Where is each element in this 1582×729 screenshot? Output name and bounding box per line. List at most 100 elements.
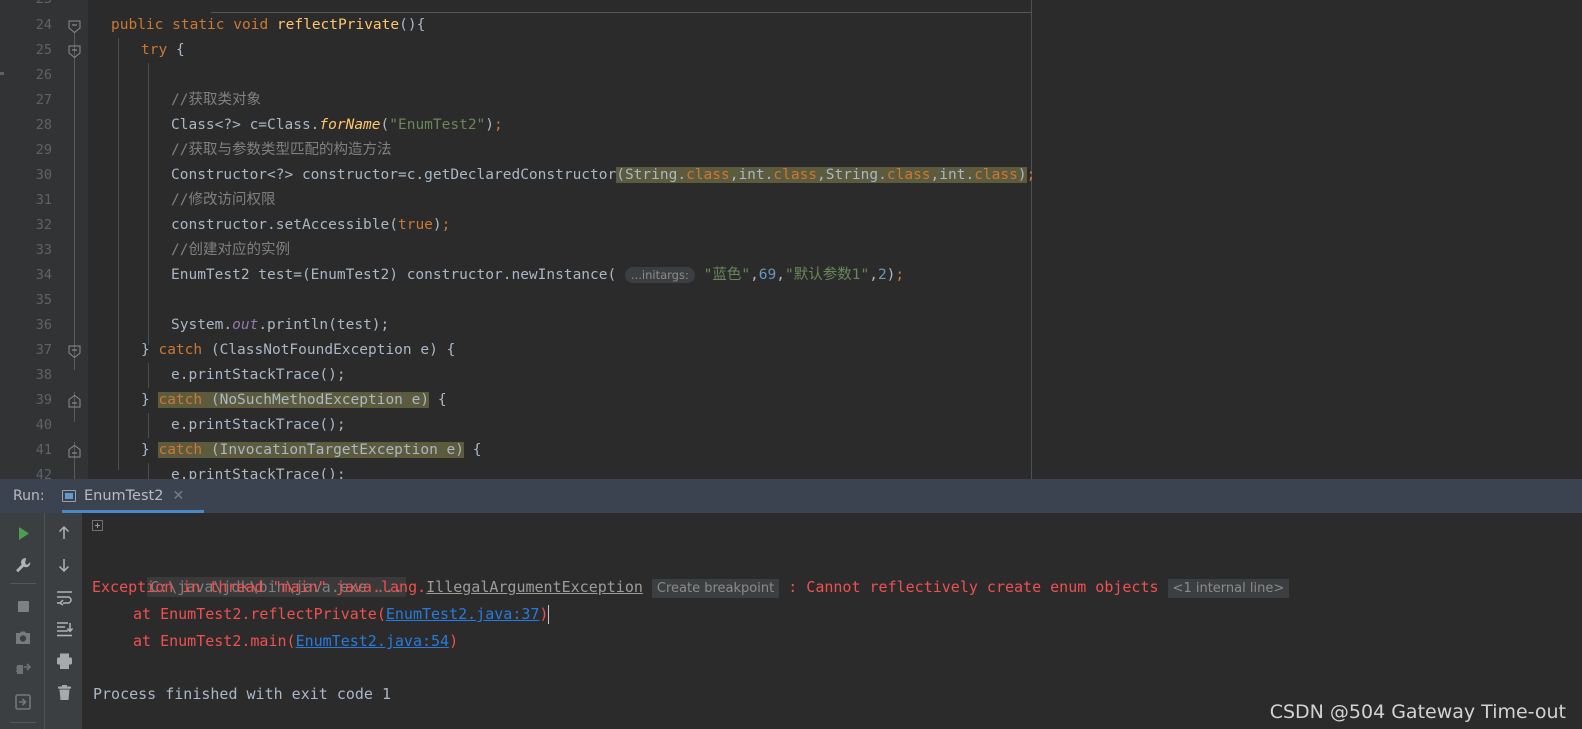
trash-icon bbox=[57, 685, 71, 700]
line-number: 26 bbox=[35, 67, 52, 83]
method-name-reflectPrivate: reflectPrivate bbox=[276, 17, 400, 33]
toolbar-divider bbox=[10, 583, 36, 584]
clear-all-button[interactable] bbox=[49, 680, 79, 706]
run-tool-window[interactable]: Run: EnumTest2 ✕ C:\java\jdk\bin\java.ex… bbox=[0, 479, 1582, 729]
keyword-try: try bbox=[141, 42, 168, 58]
code-line-30: Constructor<?> constructor=c.getDeclared… bbox=[171, 167, 1036, 183]
indent-guide bbox=[148, 63, 149, 345]
keyword-class: class bbox=[686, 167, 730, 183]
keyword-catch: catch bbox=[158, 342, 203, 358]
println-call: .println(test); bbox=[258, 317, 390, 333]
code-line-38: e.printStackTrace(); bbox=[171, 363, 346, 388]
line-number: 33 bbox=[35, 242, 52, 258]
type-int: int. bbox=[738, 167, 774, 183]
scroll-end-icon bbox=[56, 621, 73, 636]
line-number: 38 bbox=[35, 367, 52, 383]
close-icon[interactable]: ✕ bbox=[172, 488, 184, 504]
line-number: 40 bbox=[35, 417, 52, 433]
run-toolbar-right[interactable] bbox=[44, 513, 82, 729]
wrench-icon bbox=[16, 558, 31, 573]
console-stacktrace-line-1: at EnumTest2.reflectPrivate(EnumTest2.ja… bbox=[133, 601, 548, 627]
stacktrace-text: ) bbox=[449, 632, 459, 650]
code-line-31: //修改访问权限 bbox=[171, 188, 275, 213]
screenshot-button[interactable] bbox=[8, 625, 38, 651]
keyword-class: class bbox=[773, 167, 818, 183]
brace: { bbox=[175, 42, 185, 58]
run-toolbar-left[interactable] bbox=[0, 513, 44, 729]
usage-highlight: catch (InvocationTargetException e) bbox=[158, 442, 465, 458]
internal-line-fold[interactable]: <1 internal line> bbox=[1167, 579, 1290, 598]
code-line-36: System.out.println(test); bbox=[171, 313, 389, 338]
stacktrace-file-link[interactable]: EnumTest2.java bbox=[386, 605, 512, 623]
exception-class-link[interactable]: IllegalArgumentException bbox=[426, 578, 643, 596]
number-2: 2 bbox=[877, 267, 887, 283]
stop-square-icon bbox=[17, 600, 29, 612]
keyword-class: class bbox=[886, 167, 931, 183]
printer-icon bbox=[56, 653, 72, 669]
fold-marker-collapse[interactable] bbox=[68, 20, 81, 33]
code-line-28: Class<?> c=Class.forName("EnumTest2"); bbox=[171, 117, 503, 133]
brace: } bbox=[141, 392, 150, 408]
fold-marker-region[interactable] bbox=[68, 395, 81, 408]
keyword-class: class bbox=[974, 167, 1018, 183]
tab-enumtest2[interactable]: EnumTest2 ✕ bbox=[62, 479, 184, 513]
run-window-header: Run: EnumTest2 ✕ bbox=[0, 479, 1582, 513]
down-stacktrace-button[interactable] bbox=[49, 552, 79, 578]
stacktrace-text: at EnumTest2.reflectPrivate( bbox=[133, 605, 386, 623]
run-configuration-icon bbox=[62, 489, 77, 504]
code-line-29: //获取与参数类型匹配的构造方法 bbox=[171, 138, 391, 163]
line-number: 29 bbox=[35, 142, 52, 158]
create-breakpoint-hint[interactable]: Create breakpoint bbox=[651, 579, 780, 598]
fold-rail bbox=[74, 32, 75, 370]
bug-arrow-icon bbox=[15, 663, 31, 674]
comment-match-constructor: //获取与参数类型匹配的构造方法 bbox=[171, 142, 392, 158]
play-icon bbox=[18, 526, 29, 540]
line-number: 42 bbox=[35, 467, 52, 479]
dump-threads-button[interactable] bbox=[8, 657, 38, 683]
code-text-area[interactable]: public static void reflectPrivate(){ try… bbox=[88, 0, 1582, 479]
usage-highlight: catch (NoSuchMethodException e) bbox=[158, 392, 430, 408]
print-stack-trace: e.printStackTrace(); bbox=[171, 417, 346, 433]
type-String: String. bbox=[825, 167, 887, 183]
up-stacktrace-button[interactable] bbox=[49, 520, 79, 546]
line-number: 37 bbox=[35, 342, 52, 358]
expand-exception-icon[interactable] bbox=[92, 520, 103, 531]
rerun-button[interactable] bbox=[8, 520, 38, 546]
line-number: 25 bbox=[35, 42, 52, 58]
soft-wrap-button[interactable] bbox=[49, 584, 79, 610]
brace: { bbox=[437, 392, 447, 408]
arrow-up-icon bbox=[58, 525, 70, 539]
line-number: 30 bbox=[35, 167, 52, 183]
scroll-to-end-button[interactable] bbox=[49, 616, 79, 642]
keyword-catch: catch bbox=[158, 442, 203, 458]
code-line-24: public static void reflectPrivate(){ bbox=[111, 13, 425, 38]
soft-wrap-icon bbox=[56, 590, 72, 606]
line-number: 32 bbox=[35, 217, 52, 233]
code-editor[interactable]: 23 24 25 26 27 28 29 30 31 32 33 34 35 3… bbox=[0, 0, 1582, 479]
constructor-declaration: Constructor<?> constructor=c.getDeclared… bbox=[171, 167, 617, 183]
code-folding-gutter[interactable] bbox=[62, 0, 88, 479]
process-exit-text: Process finished with exit code 1 bbox=[93, 685, 392, 703]
console-exception-line: Exception in thread "main" java.lang.Ill… bbox=[92, 574, 1290, 600]
restore-layout-button[interactable] bbox=[8, 689, 38, 715]
stacktrace-line-number[interactable]: :37 bbox=[512, 605, 539, 623]
tab-label: EnumTest2 bbox=[84, 488, 164, 504]
string-enumtest2: "EnumTest2" bbox=[389, 117, 486, 133]
code-line-37: } catch (ClassNotFoundException e) { bbox=[141, 338, 455, 363]
console-output[interactable]: C:\java\jdk\bin\java.exe ... Exception i… bbox=[82, 513, 1582, 729]
exception-message: : Cannot reflectively create enum object… bbox=[788, 578, 1159, 596]
settings-button[interactable] bbox=[8, 553, 38, 579]
fold-marker-region[interactable] bbox=[68, 445, 81, 458]
stacktrace-file-link[interactable]: EnumTest2.java:54 bbox=[296, 632, 450, 650]
type-String: String. bbox=[624, 167, 687, 183]
exception-class-not-found: (ClassNotFoundException e) bbox=[210, 342, 438, 358]
set-accessible-call: constructor.setAccessible bbox=[171, 217, 390, 233]
print-button[interactable] bbox=[49, 648, 79, 674]
print-stack-trace: e.printStackTrace(); bbox=[171, 367, 346, 383]
fold-marker-collapse[interactable] bbox=[68, 345, 81, 358]
brace: { bbox=[416, 17, 426, 33]
stop-button[interactable] bbox=[8, 593, 38, 619]
indent-guide bbox=[148, 413, 149, 438]
fold-marker-collapse[interactable] bbox=[68, 45, 81, 58]
print-stack-trace: e.printStackTrace(); bbox=[171, 467, 346, 479]
